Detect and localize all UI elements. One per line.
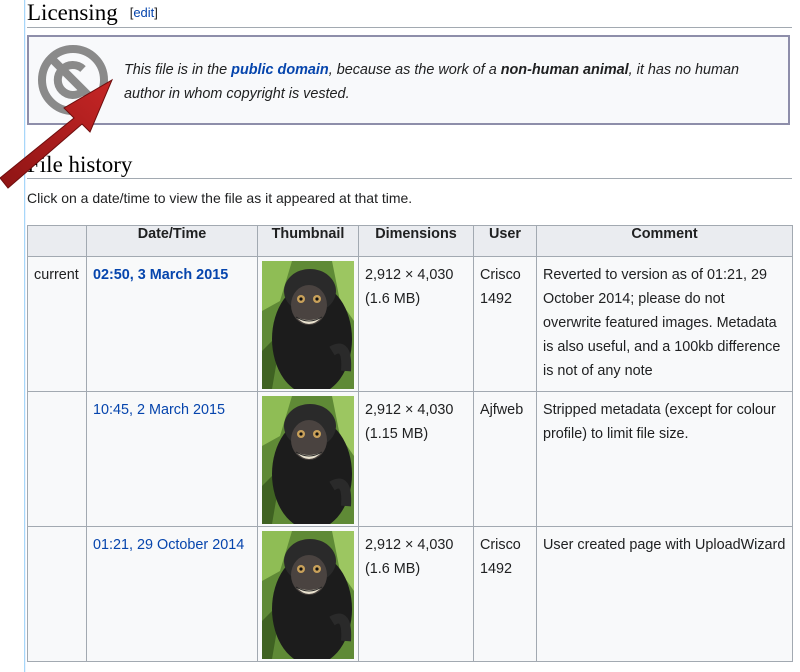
row-datetime-cell: 02:50, 3 March 2015 [86, 256, 258, 392]
row-user-cell: Ajfweb [473, 391, 537, 527]
file-size: (1.6 MB) [365, 291, 421, 307]
macaque-thumbnail[interactable] [262, 261, 354, 389]
table-row: 10:45, 2 March 2015 2,912 × 4,030 (1.15 … [27, 391, 793, 527]
row-comment: User created page with UploadWizard [536, 526, 793, 662]
row-dimensions-cell: 2,912 × 4,030 (1.6 MB) [358, 256, 474, 392]
column-header-status [27, 225, 87, 257]
file-history-heading: File history [27, 150, 792, 179]
file-size: (1.15 MB) [365, 426, 429, 442]
license-text-middle: , because as the work of a [328, 62, 501, 78]
datetime-link[interactable]: 02:50, 3 March 2015 [93, 267, 228, 283]
macaque-thumbnail[interactable] [262, 531, 354, 659]
row-comment: Reverted to version as of 01:21, 29 Octo… [536, 256, 793, 392]
row-status [27, 391, 87, 527]
row-comment: Stripped metadata (except for colour pro… [536, 391, 793, 527]
file-history-table: Date/Time Thumbnail Dimensions User Comm… [27, 225, 793, 662]
user-name[interactable]: Ajfweb [480, 402, 523, 418]
table-row: 01:21, 29 October 2014 2,912 × 4,030 (1.… [27, 526, 793, 662]
row-thumbnail-cell [257, 391, 359, 527]
row-datetime-cell: 01:21, 29 October 2014 [86, 526, 258, 662]
macaque-thumbnail[interactable] [262, 396, 354, 524]
licensing-heading: Licensing [edit] [27, 0, 792, 28]
dimensions-value: 2,912 × 4,030 [365, 267, 454, 283]
red-arrow-icon [0, 78, 114, 189]
row-user-cell: Crisco 1492 [473, 526, 537, 662]
dimensions-value: 2,912 × 4,030 [365, 537, 454, 553]
table-header-row: Date/Time Thumbnail Dimensions User Comm… [27, 225, 793, 257]
user-name[interactable]: Crisco [480, 537, 521, 553]
column-header-user: User [473, 225, 537, 257]
public-domain-link[interactable]: public domain [231, 62, 329, 78]
licensing-title: Licensing [27, 0, 118, 25]
edit-link-text[interactable]: edit [133, 5, 154, 20]
row-datetime-cell: 10:45, 2 March 2015 [86, 391, 258, 527]
non-human-animal-text: non-human animal [500, 62, 629, 78]
row-dimensions-cell: 2,912 × 4,030 (1.15 MB) [358, 391, 474, 527]
edit-section-link[interactable]: [edit] [130, 5, 158, 20]
datetime-link[interactable]: 01:21, 29 October 2014 [93, 537, 244, 553]
row-status [27, 526, 87, 662]
dimensions-value: 2,912 × 4,030 [365, 402, 454, 418]
row-thumbnail-cell [257, 256, 359, 392]
user-name-cont[interactable]: 1492 [480, 291, 512, 307]
datetime-link[interactable]: 10:45, 2 March 2015 [93, 402, 225, 418]
file-size: (1.6 MB) [365, 561, 421, 577]
row-user-cell: Crisco 1492 [473, 256, 537, 392]
column-header-datetime: Date/Time [86, 225, 258, 257]
user-name[interactable]: Crisco [480, 267, 521, 283]
license-text: This file is in the public domain, becau… [124, 58, 774, 106]
user-name-cont[interactable]: 1492 [480, 561, 512, 577]
table-row: current 02:50, 3 March 2015 2,912 × 4,03… [27, 256, 793, 392]
column-header-thumbnail: Thumbnail [257, 225, 359, 257]
row-thumbnail-cell [257, 526, 359, 662]
row-status: current [27, 256, 87, 392]
column-header-comment: Comment [536, 225, 793, 257]
column-header-dimensions: Dimensions [358, 225, 474, 257]
row-dimensions-cell: 2,912 × 4,030 (1.6 MB) [358, 526, 474, 662]
license-text-prefix: This file is in the [124, 62, 232, 78]
